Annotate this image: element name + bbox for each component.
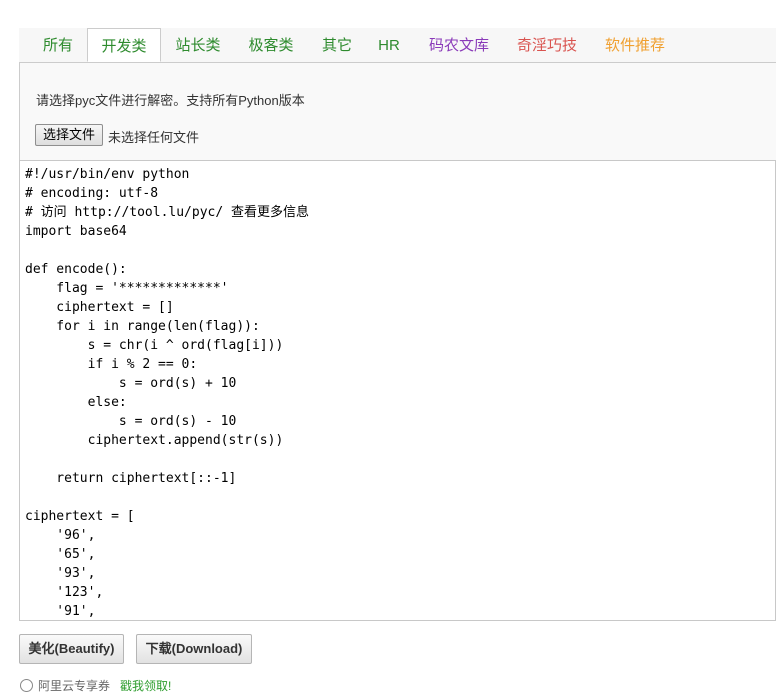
upload-hint: 请选择pyc文件进行解密。支持所有Python版本 <box>36 93 305 108</box>
tab-all[interactable]: 所有 <box>29 28 87 62</box>
tab-hr[interactable]: HR <box>371 28 407 62</box>
category-tabs: 所有 开发类 站长类 极客类 其它 HR 码农文库 奇淫巧技 软件推荐 <box>19 28 776 63</box>
code-text[interactable]: #!/usr/bin/env python # encoding: utf-8 … <box>20 161 775 620</box>
promo-link[interactable]: 戳我领取! <box>120 679 171 693</box>
promo-text: 阿里云专享券 <box>38 679 111 693</box>
file-status: 未选择任何文件 <box>108 130 200 145</box>
upload-panel: 请选择pyc文件进行解密。支持所有Python版本 选择文件 未选择任何文件 <box>19 63 776 160</box>
tab-tricks[interactable]: 奇淫巧技 <box>507 28 587 62</box>
tab-geek[interactable]: 极客类 <box>237 28 305 62</box>
tab-software[interactable]: 软件推荐 <box>595 28 675 62</box>
code-editor[interactable]: #!/usr/bin/env python # encoding: utf-8 … <box>19 160 776 621</box>
beautify-button[interactable]: 美化(Beautify) <box>19 634 124 664</box>
tab-coder-library[interactable]: 码农文库 <box>419 28 499 62</box>
choose-file-button[interactable]: 选择文件 <box>35 124 104 146</box>
download-button[interactable]: 下载(Download) <box>136 634 252 664</box>
tab-other[interactable]: 其它 <box>311 28 363 62</box>
tab-webmaster[interactable]: 站长类 <box>164 28 232 62</box>
tab-dev[interactable]: 开发类 <box>87 28 161 62</box>
